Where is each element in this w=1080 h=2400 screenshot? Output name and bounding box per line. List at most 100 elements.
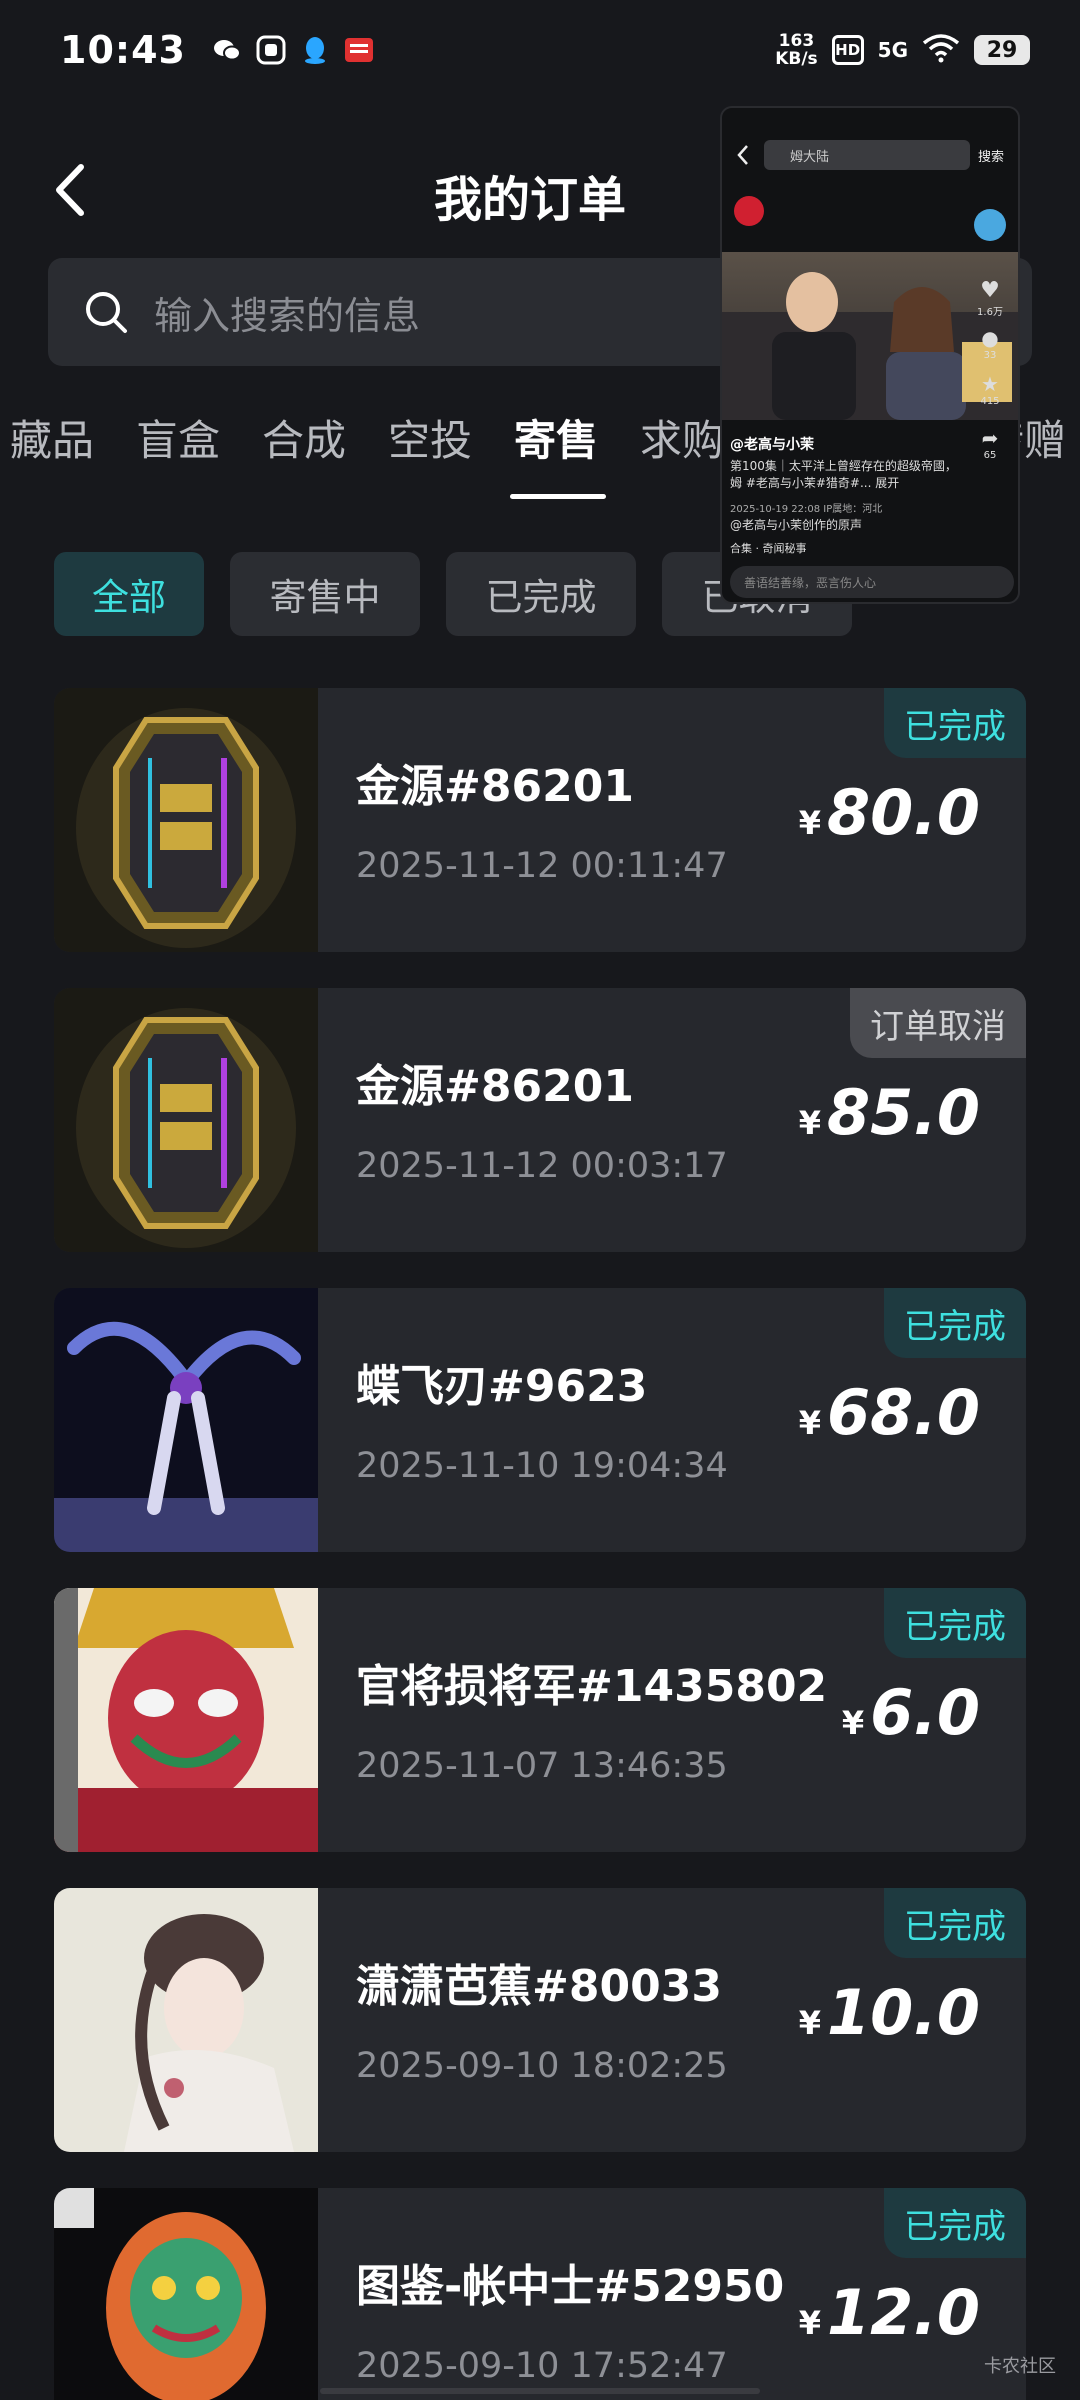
tab-airdrop[interactable]: 空投 [388,407,472,468]
order-card[interactable]: 金源#86201 2025-11-12 00:11:47 ¥ 80.0 已完成 [54,688,1026,952]
fw-search-button[interactable]: 搜索 [978,146,1004,165]
heart-icon: ♥ [980,278,1000,303]
order-price: ¥ 80.0 [799,776,980,849]
fw-like-count: 1.6万 [977,307,1003,318]
fw-share-count: 65 [983,450,997,461]
order-price: ¥ 10.0 [799,1976,980,2049]
status-badge: 已完成 [884,688,1026,758]
order-card[interactable]: 金源#86201 2025-11-12 00:03:17 ¥ 85.0 订单取消 [54,988,1026,1252]
price-amount: 12.0 [827,2276,980,2349]
tab-consignment[interactable]: 寄售 [514,407,598,468]
order-card[interactable]: 潇潇芭蕉#80033 2025-09-10 18:02:25 ¥ 10.0 已完… [54,1888,1026,2152]
order-time: 2025-09-10 17:52:47 [356,2346,728,2386]
status-app-icons [212,35,374,65]
search-icon [86,292,127,333]
status-badge: 已完成 [884,2188,1026,2258]
floating-video-window[interactable]: 姆大陆 搜索 ♥ 1.6万 ● 33 ★ 415 ➦ 65 @老高与小茉 第10… [720,106,1020,604]
fw-favorite-count: 415 [980,396,1000,407]
net-speed-value: 163 [778,31,815,51]
currency-symbol: ¥ [798,804,822,842]
price-amount: 85.0 [827,1076,980,1149]
red-app-icon [344,35,374,65]
fw-search-text: 姆大陆 [790,149,830,165]
fw-comment-count: 33 [983,350,997,361]
home-indicator[interactable] [320,2388,760,2394]
qq-icon [300,35,330,65]
item-thumbnail [54,988,318,1252]
order-card[interactable]: 官将损将军#1435802 2025-11-07 13:46:35 ¥ 6.0 … [54,1588,1026,1852]
currency-symbol: ¥ [798,1104,822,1142]
order-price: ¥ 85.0 [799,1076,980,1149]
currency-symbol: ¥ [841,1704,865,1742]
fw-share-button[interactable]: ➦ 65 [970,426,1010,461]
order-price: ¥ 68.0 [799,1376,980,1449]
order-time: 2025-11-07 13:46:35 [356,1746,728,1786]
wechat-icon [212,35,242,65]
item-name: 金源#86201 [356,1061,634,1112]
filter-completed[interactable]: 已完成 [446,552,636,636]
tab-collections[interactable]: 藏品 [10,407,94,468]
tab-synthesis[interactable]: 合成 [262,407,346,468]
red-packet-icon[interactable] [734,196,764,226]
status-bar: 10:43 163 KB/s HD 5G 29 [0,0,1080,100]
order-price: ¥ 6.0 [842,1676,980,1749]
fw-comment-input[interactable]: 善语结善缘，恶言伤人心 [730,566,1014,598]
net-speed: 163 KB/s [775,32,817,68]
share-icon: ➦ [981,426,999,450]
fw-comment-button[interactable]: ● 33 [970,326,1010,361]
status-badge: 已完成 [884,1588,1026,1658]
order-time: 2025-11-10 19:04:34 [356,1446,728,1486]
item-name: 官将损将军#1435802 [356,1661,828,1712]
status-badge: 已完成 [884,1888,1026,1958]
item-thumbnail [54,1288,318,1552]
fw-favorite-button[interactable]: ★ 415 [970,372,1010,407]
fw-meta: 2025-10-19 22:08 IP属地：河北 [730,504,883,515]
app-icon [256,35,286,65]
item-thumbnail [54,2188,318,2400]
status-right: 163 KB/s HD 5G 29 [775,32,1030,68]
fw-comment-placeholder: 善语结善缘，恶言伤人心 [744,575,877,590]
fw-back-icon[interactable] [736,144,750,166]
order-card[interactable]: 图鉴-帐中士#52950 2025-09-10 17:52:47 ¥ 12.0 … [54,2188,1026,2400]
watermark: 卡农社区 [984,2356,1056,2377]
network-type: 5G [877,38,908,62]
star-icon: ★ [981,372,999,396]
net-speed-unit: KB/s [775,49,818,69]
order-time: 2025-11-12 00:11:47 [356,846,728,886]
currency-symbol: ¥ [798,1404,822,1442]
currency-symbol: ¥ [798,2004,822,2042]
item-name: 图鉴-帐中士#52950 [356,2261,785,2312]
item-thumbnail [54,1888,318,2152]
order-time: 2025-09-10 18:02:25 [356,2046,728,2086]
hd-badge: HD [831,35,864,65]
fw-description: 第100集｜太平洋上曾經存在的超级帝國，姆 #老高与小茉#猎奇#... 展开 [730,459,957,490]
comment-icon: ● [981,326,999,350]
item-name: 金源#86201 [356,761,634,812]
item-name: 蝶飞刃#9623 [356,1361,648,1412]
fw-collection[interactable]: 合集 · 奇闻秘事 [730,540,807,556]
fw-music[interactable]: @老高与小茉创作的原声 [730,516,862,533]
price-amount: 10.0 [827,1976,980,2049]
battery-indicator: 29 [974,35,1030,65]
status-badge: 已完成 [884,1288,1026,1358]
wifi-icon [922,33,960,67]
fw-avatar[interactable] [970,208,1010,245]
currency-symbol: ¥ [798,2304,822,2342]
item-thumbnail [54,688,318,952]
tab-blind-box[interactable]: 盲盒 [136,407,220,468]
fw-author[interactable]: @老高与小茉 [730,434,814,454]
active-tab-indicator [510,494,606,499]
search-placeholder: 输入搜索的信息 [154,293,421,338]
item-name: 潇潇芭蕉#80033 [356,1961,722,2012]
price-amount: 68.0 [827,1376,980,1449]
status-time: 10:43 [60,28,186,72]
price-amount: 80.0 [827,776,980,849]
tab-purchase[interactable]: 求购 [640,407,724,468]
fw-like-button[interactable]: ♥ 1.6万 [970,278,1010,318]
fw-search-input[interactable]: 姆大陆 [764,140,970,170]
filter-all[interactable]: 全部 [54,552,204,636]
order-card[interactable]: 蝶飞刃#9623 2025-11-10 19:04:34 ¥ 68.0 已完成 [54,1288,1026,1552]
order-time: 2025-11-12 00:03:17 [356,1146,728,1186]
status-badge: 订单取消 [850,988,1026,1058]
filter-on-sale[interactable]: 寄售中 [230,552,420,636]
